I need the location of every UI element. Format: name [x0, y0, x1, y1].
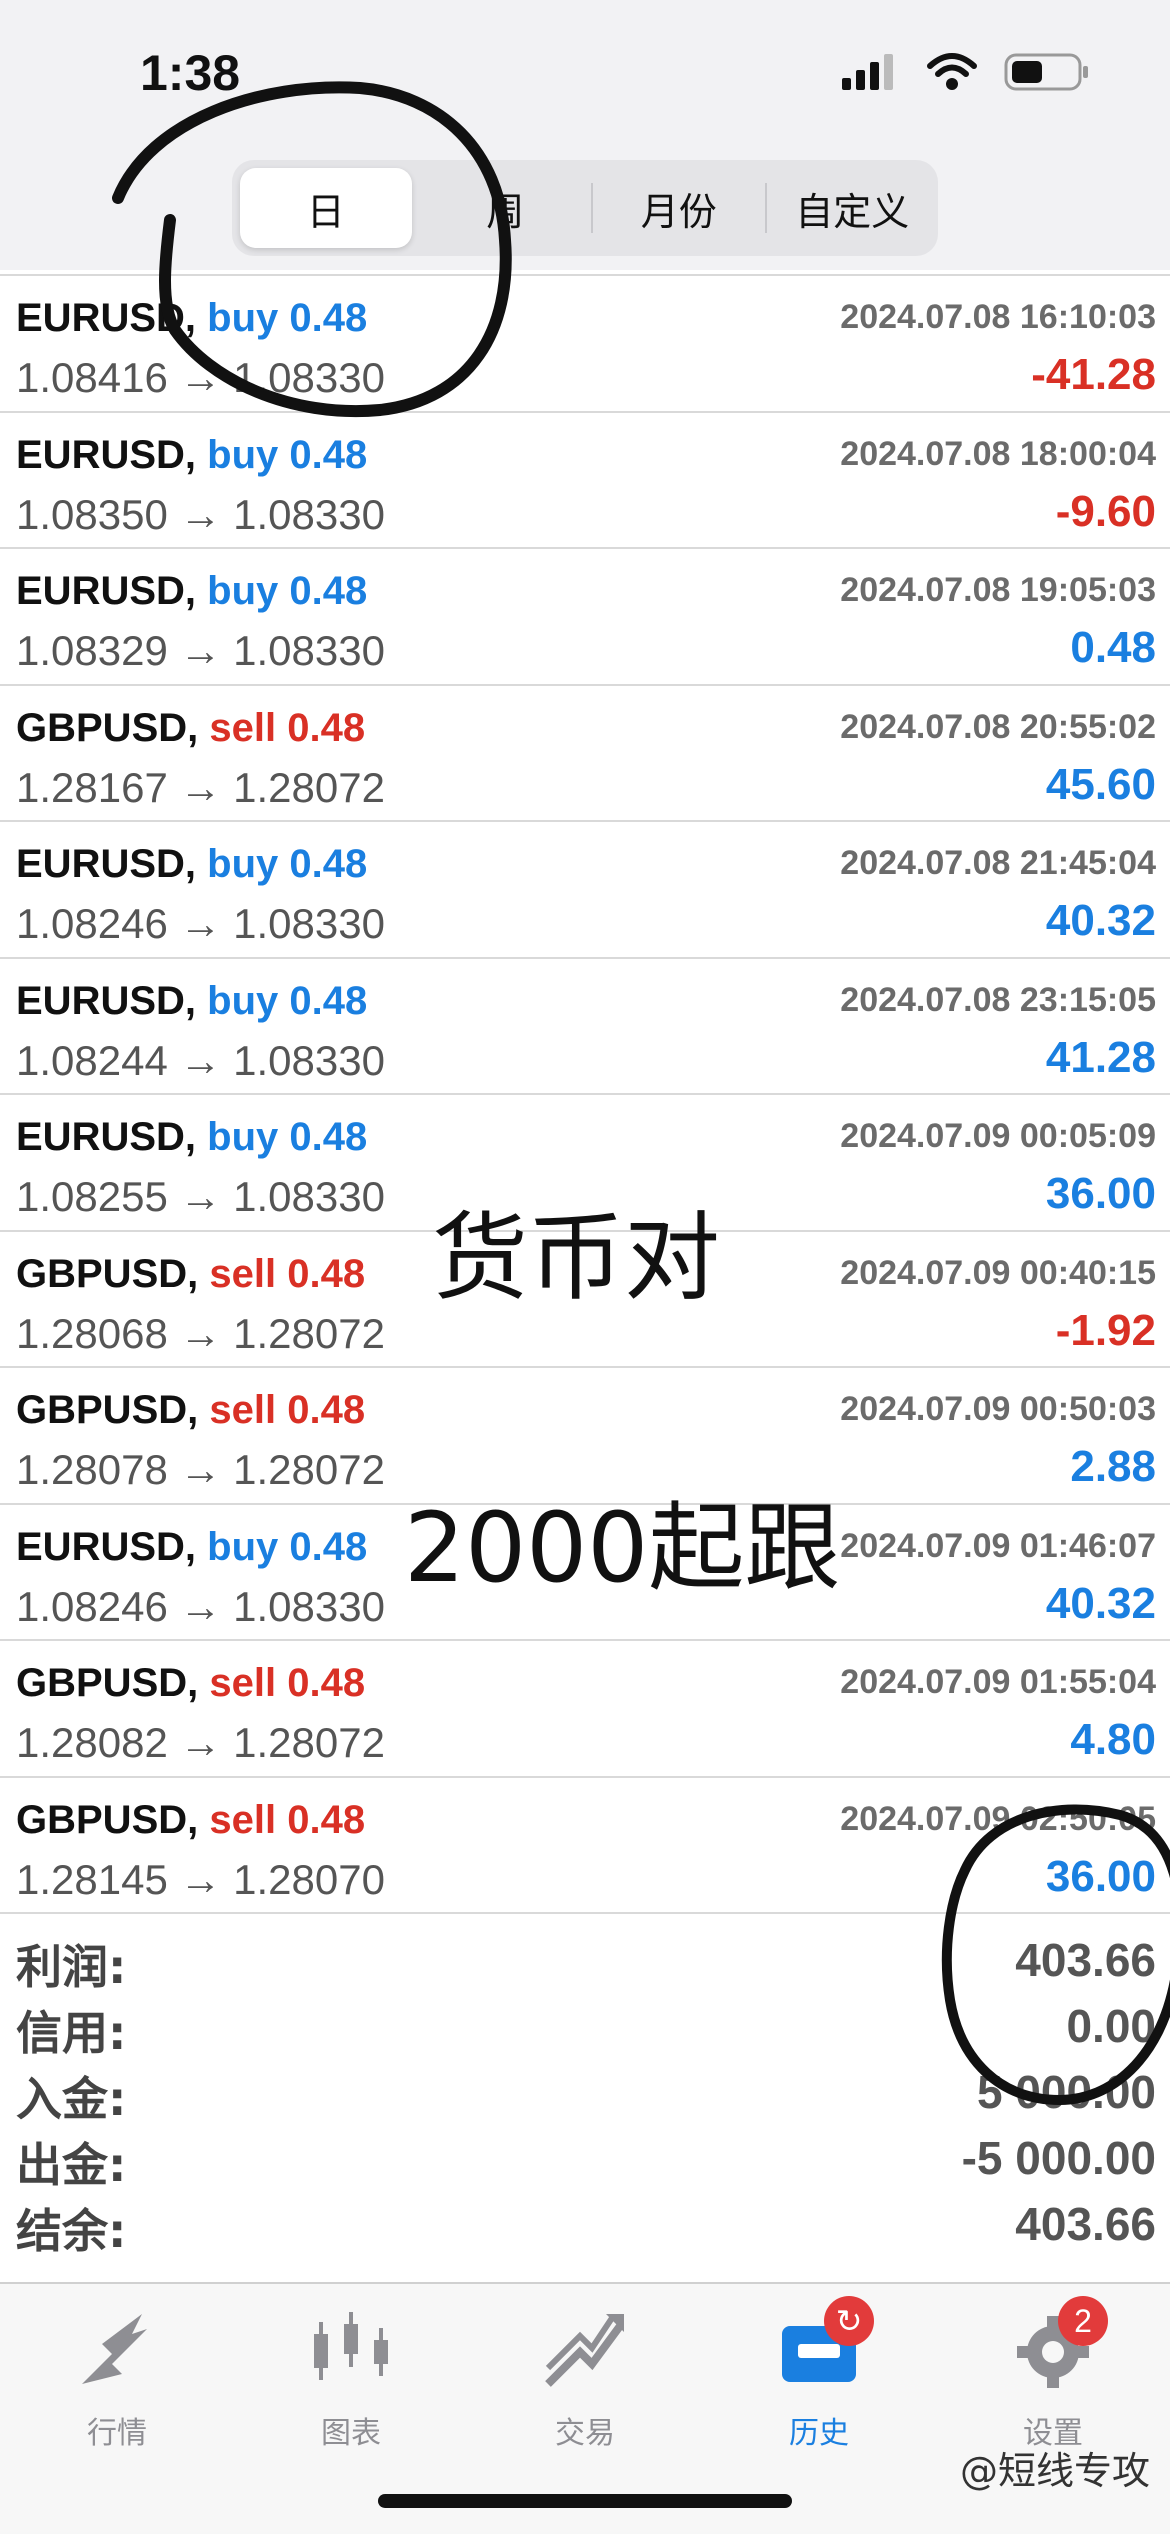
tab-quotes[interactable]: 行情: [0, 2304, 234, 2484]
tab-history[interactable]: ↻ 历史: [702, 2296, 936, 2484]
annotation-circle-top: [112, 81, 512, 417]
home-indicator[interactable]: [378, 2494, 792, 2508]
tab-trade[interactable]: 交易: [468, 2304, 702, 2484]
history-refresh-badge: ↻: [824, 2296, 874, 2346]
trade-icon: [540, 2304, 630, 2394]
annotation-circle-bottom: [941, 1804, 1170, 2106]
tab-label: 交易: [555, 2416, 615, 2451]
refresh-icon: ↻: [835, 2303, 863, 2339]
gear-icon: 2: [1008, 2296, 1108, 2394]
settings-badge: 2: [1058, 2296, 1108, 2346]
tab-label: 行情: [87, 2416, 147, 2451]
tab-label: 历史: [789, 2416, 849, 2451]
quotes-icon: [72, 2304, 162, 2394]
tab-chart[interactable]: 图表: [234, 2304, 468, 2484]
watermark-text: @短线专攻: [959, 2449, 1150, 2493]
history-icon: ↻: [774, 2296, 874, 2394]
tab-label: 图表: [321, 2416, 381, 2451]
chart-icon: [306, 2304, 396, 2394]
hand-drawn-annotations: [112, 81, 1170, 2106]
